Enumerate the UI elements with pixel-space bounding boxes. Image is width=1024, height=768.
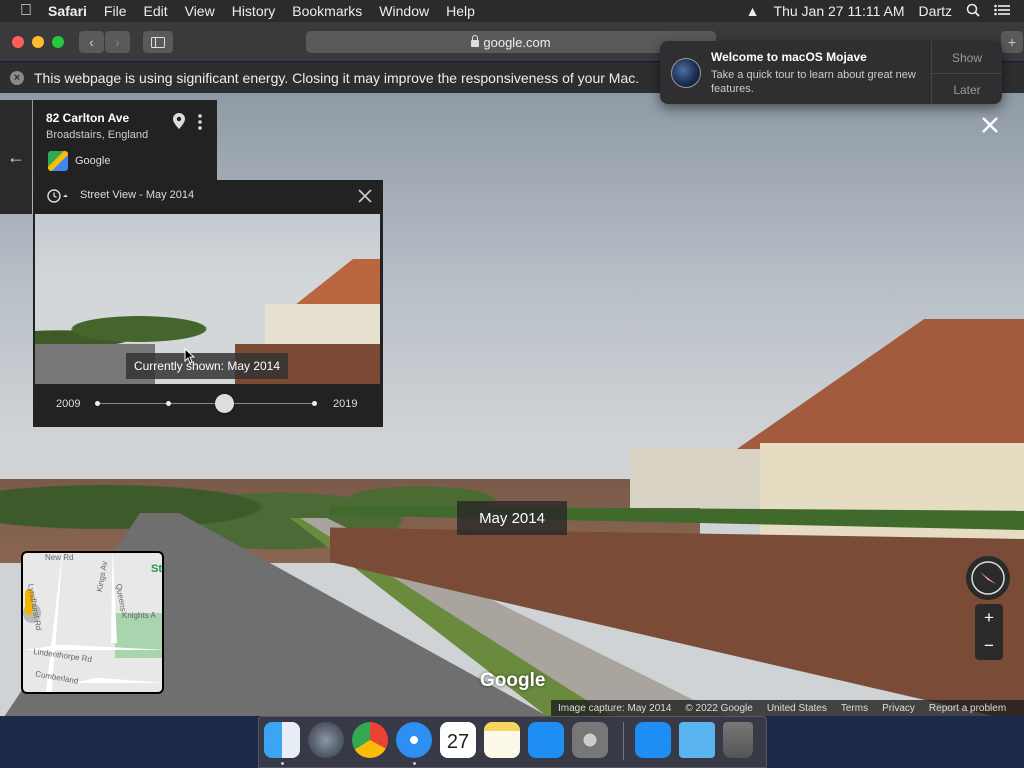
terms-link[interactable]: Terms: [841, 703, 868, 714]
time-slider-tick[interactable]: [312, 401, 317, 406]
dock-trash-icon[interactable]: [723, 722, 753, 758]
lock-icon: [471, 34, 480, 47]
menubar-datetime[interactable]: Thu Jan 27 11:11 AM: [774, 3, 905, 19]
place-title: 82 Carlton Ave: [46, 111, 130, 125]
minimap-label: St: [151, 563, 162, 575]
preview-house: [265, 304, 380, 344]
dock-downloads-folder-icon[interactable]: [679, 722, 715, 758]
minimap-label: Cumberland: [34, 669, 80, 686]
time-slider-handle[interactable]: [215, 394, 235, 413]
close-window-button[interactable]: [12, 36, 24, 48]
calendar-day: 27: [446, 731, 470, 753]
notification-body: Take a quick tour to learn about great n…: [711, 69, 916, 95]
menu-help[interactable]: Help: [446, 3, 475, 19]
dock-chrome-icon[interactable]: [352, 722, 388, 758]
slider-end-year: 2019: [333, 398, 358, 410]
zoom-in-button[interactable]: +: [975, 604, 1003, 632]
menu-window[interactable]: Window: [379, 3, 429, 19]
compass-icon: [971, 561, 1005, 595]
menu-view[interactable]: View: [185, 3, 215, 19]
menu-bookmarks[interactable]: Bookmarks: [292, 3, 362, 19]
forward-button[interactable]: ›: [105, 31, 130, 53]
compass-button[interactable]: [966, 556, 1010, 600]
preview-roof: [290, 259, 380, 309]
mojave-icon: [671, 58, 701, 88]
minimap-road: [73, 678, 162, 683]
time-slider-tick[interactable]: [166, 401, 171, 406]
zoom-window-button[interactable]: [52, 36, 64, 48]
notification-show-button[interactable]: Show: [932, 42, 1002, 73]
country-link[interactable]: United States: [767, 703, 827, 714]
eject-icon[interactable]: ▲: [746, 3, 760, 19]
sidebar-icon: [151, 36, 165, 48]
menu-file[interactable]: File: [104, 3, 127, 19]
zoom-controls: + −: [975, 604, 1003, 660]
spotlight-search-icon[interactable]: [966, 3, 980, 20]
minimap-label: Knights A: [122, 611, 156, 620]
report-problem-link[interactable]: Report a problem: [929, 703, 1006, 714]
new-tab-button[interactable]: +: [1001, 31, 1023, 53]
street-view-close-icon[interactable]: [978, 113, 1002, 137]
dock-system-preferences-icon[interactable]: [572, 722, 608, 758]
address-bar-url: google.com: [483, 34, 551, 50]
map-footer: Image capture: May 2014 © 2022 Google Un…: [551, 700, 1024, 716]
notification-center-icon[interactable]: [994, 3, 1010, 19]
dock-notes-icon[interactable]: [484, 722, 520, 758]
time-slider-tick[interactable]: [95, 401, 100, 406]
dock-app-store-download-icon[interactable]: [635, 722, 671, 758]
dock-app-store-icon[interactable]: [528, 722, 564, 758]
dock-running-indicator: [281, 762, 284, 765]
street-view-date-label: May 2014: [457, 501, 567, 535]
menu-edit[interactable]: Edit: [143, 3, 167, 19]
energy-warning-close-icon[interactable]: ×: [10, 71, 24, 85]
menubar-user[interactable]: Dartz: [919, 3, 952, 19]
minimap[interactable]: New Rd Lyndhurst Rd Kings Av Queens Knig…: [21, 551, 164, 694]
place-subtitle: Broadstairs, England: [46, 129, 149, 141]
menu-app-safari[interactable]: Safari: [48, 3, 87, 19]
minimap-label: New Rd: [45, 553, 74, 562]
copyright-text: © 2022 Google: [685, 702, 753, 714]
dock-separator: [623, 722, 624, 760]
privacy-link[interactable]: Privacy: [882, 703, 915, 714]
back-button[interactable]: ‹: [79, 31, 104, 53]
energy-warning-text: This webpage is using significant energy…: [34, 70, 640, 86]
sidebar-toggle-button[interactable]: [143, 31, 173, 53]
dock-calendar-icon[interactable]: 27: [440, 722, 476, 758]
minimize-window-button[interactable]: [32, 36, 44, 48]
notification-title: Welcome to macOS Mojave: [711, 50, 867, 64]
menu-history[interactable]: History: [232, 3, 276, 19]
currently-shown-tooltip: Currently shown: May 2014: [126, 353, 288, 379]
notification-later-button[interactable]: Later: [932, 74, 1002, 105]
mouse-cursor-icon: [184, 348, 195, 364]
scene-roof: [736, 319, 1024, 449]
minimap-label: Queens: [114, 583, 128, 613]
time-travel-header: Street View - May 2014: [80, 189, 195, 201]
zoom-out-button[interactable]: −: [975, 632, 1003, 660]
menu-bar:  Safari File Edit View History Bookmark…: [0, 0, 1024, 22]
more-options-icon[interactable]: [196, 113, 204, 131]
scene-house-far: [630, 448, 770, 508]
apple-menu-icon[interactable]: : [20, 2, 36, 20]
google-watermark: Google: [480, 670, 546, 691]
time-travel-close-icon[interactable]: [356, 187, 374, 205]
image-capture-date: Image capture: May 2014: [558, 702, 672, 714]
history-clock-icon[interactable]: [46, 188, 68, 204]
dock-finder-icon[interactable]: [264, 722, 300, 758]
dock-launchpad-icon[interactable]: [308, 722, 344, 758]
address-bar[interactable]: google.com: [306, 31, 716, 53]
time-slider-track[interactable]: [97, 403, 317, 404]
back-arrow-button[interactable]: ←: [0, 100, 32, 214]
dock-safari-icon[interactable]: [396, 722, 432, 758]
google-maps-icon: [48, 151, 68, 171]
dock-running-indicator: [413, 762, 416, 765]
place-source: Google: [75, 155, 111, 167]
minimap-label: Kings Av: [95, 560, 110, 593]
map-pin-icon[interactable]: [173, 113, 185, 129]
slider-start-year: 2009: [56, 398, 81, 410]
